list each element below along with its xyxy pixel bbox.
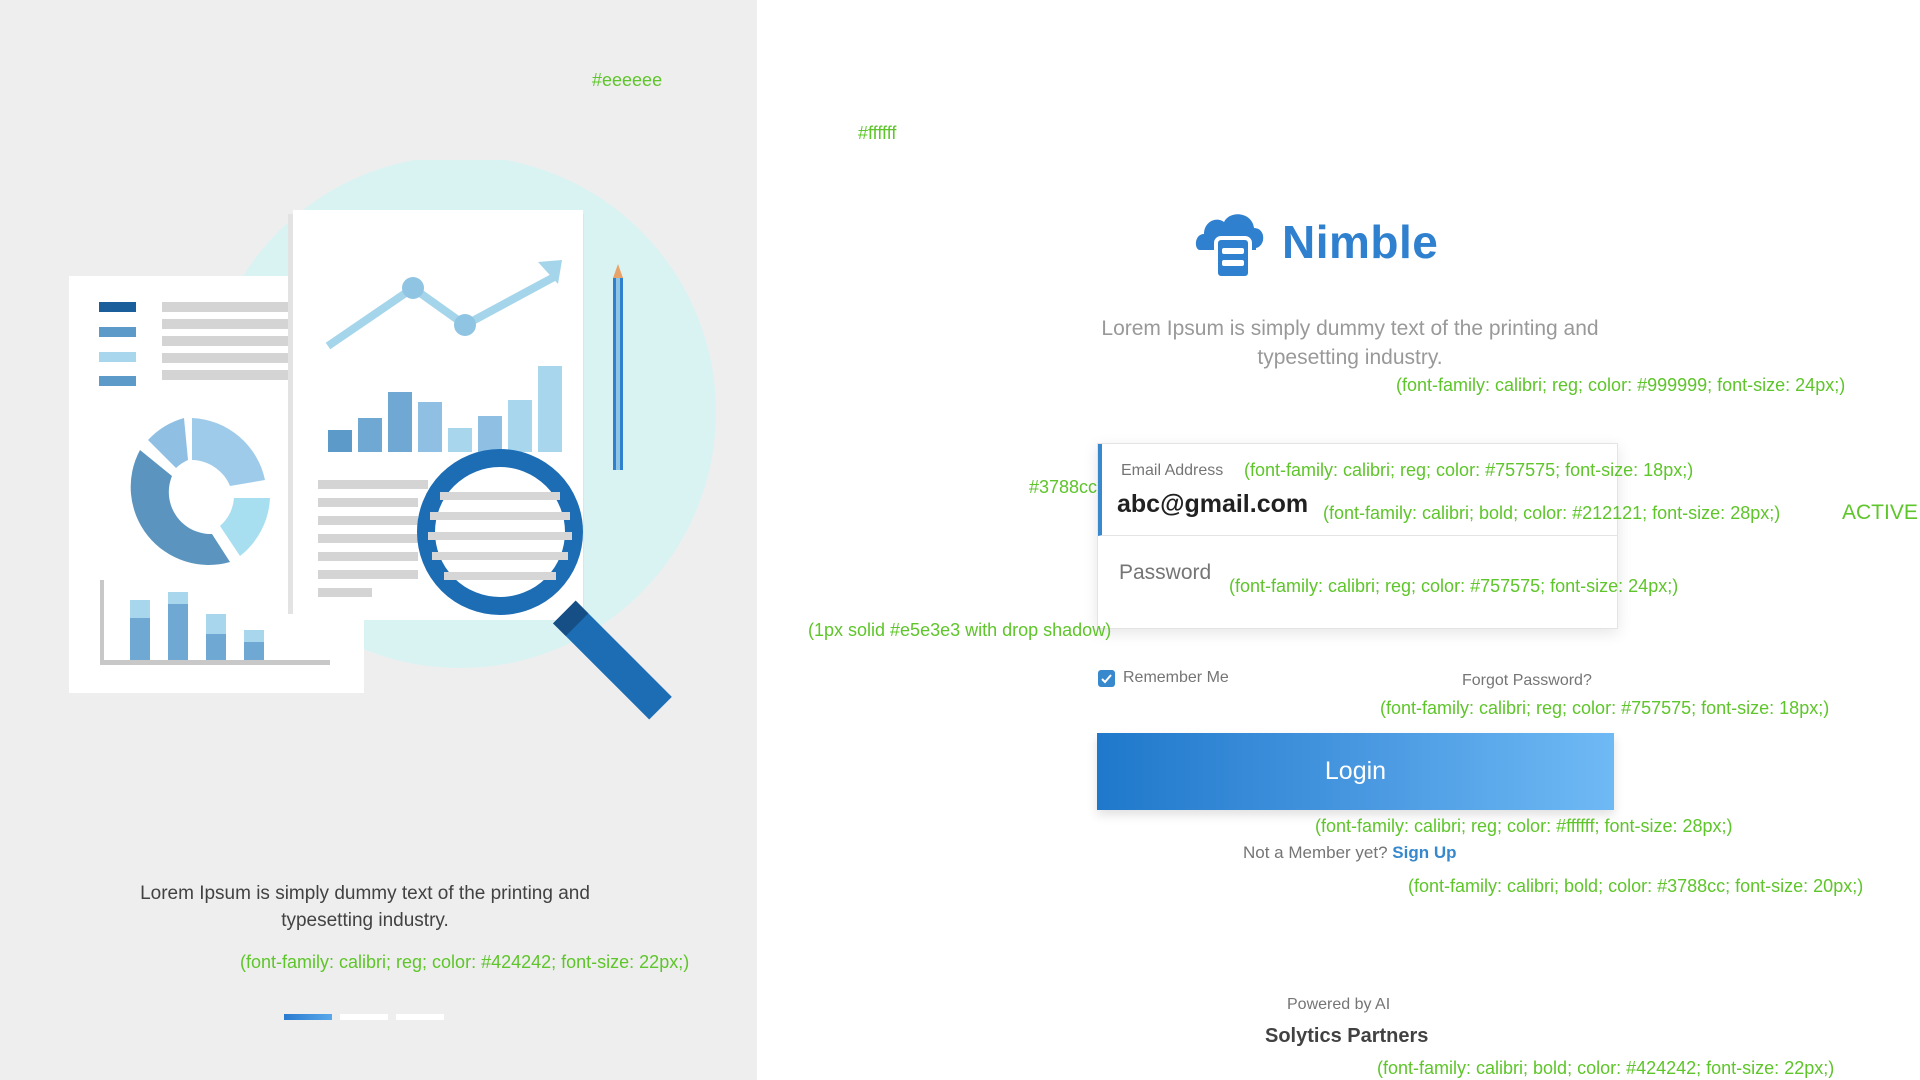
email-value-note: (font-family: calibri; bold; color: #212… [1323, 503, 1781, 523]
active-state-note: ACTIVE [1842, 501, 1918, 524]
remember-me[interactable]: Remember Me [1098, 669, 1229, 687]
left-caption-note: (font-family: calibri; reg; color: #4242… [240, 952, 690, 972]
tagline: Lorem Ipsum is simply dummy text of the … [1101, 317, 1599, 369]
password-input[interactable] [1119, 561, 1229, 585]
remember-label: Remember Me [1123, 669, 1229, 686]
powered-by: Powered by AI [1287, 996, 1391, 1013]
footer-brand-note: (font-family: calibri; bold; color: #424… [1377, 1058, 1835, 1078]
left-caption: Lorem Ipsum is simply dummy text of the … [140, 883, 590, 931]
tagline-note: (font-family: calibri; reg; color: #9999… [1396, 375, 1846, 395]
login-button[interactable]: Login [1097, 733, 1614, 810]
email-label: Email Address [1121, 462, 1224, 479]
forgot-password-link[interactable]: Forgot Password? [1462, 672, 1592, 690]
carousel-dot-1[interactable] [284, 1014, 332, 1020]
carousel-indicators [284, 1014, 444, 1020]
signup-row: Not a Member yet? Sign Up [1243, 843, 1457, 863]
brand-name: Nimble [1282, 216, 1439, 268]
email-label-note: (font-family: calibri; reg; color: #7575… [1244, 460, 1694, 480]
carousel-dot-2[interactable] [340, 1014, 388, 1020]
card-border-note: (1px solid #e5e3e3 with drop shadow) [808, 620, 1112, 640]
email-input[interactable] [1117, 490, 1327, 519]
right-bg-note: #ffffff [858, 123, 897, 143]
forgot-note: (font-family: calibri; reg; color: #7575… [1380, 698, 1830, 718]
signup-prompt: Not a Member yet? [1243, 843, 1388, 862]
pencil-icon [613, 264, 623, 470]
footer-brand: Solytics Partners [1265, 1025, 1429, 1047]
left-panel: #eeeeee Lorem Ipsum is simply dummy text… [0, 0, 757, 1080]
cloud-server-icon [1195, 214, 1264, 280]
analytics-illustration [69, 160, 716, 720]
password-note: (font-family: calibri; reg; color: #7575… [1229, 576, 1679, 596]
accent-color-note: #3788cc [1029, 477, 1098, 497]
logo: Nimble [1192, 204, 1438, 280]
carousel-dot-3[interactable] [396, 1014, 444, 1020]
login-note: (font-family: calibri; reg; color: #ffff… [1315, 816, 1733, 836]
signup-link[interactable]: Sign Up [1392, 843, 1456, 862]
left-bg-note: #eeeeee [592, 70, 663, 90]
checkbox-checked-icon[interactable] [1098, 669, 1115, 687]
signup-note: (font-family: calibri; bold; color: #378… [1408, 876, 1864, 896]
